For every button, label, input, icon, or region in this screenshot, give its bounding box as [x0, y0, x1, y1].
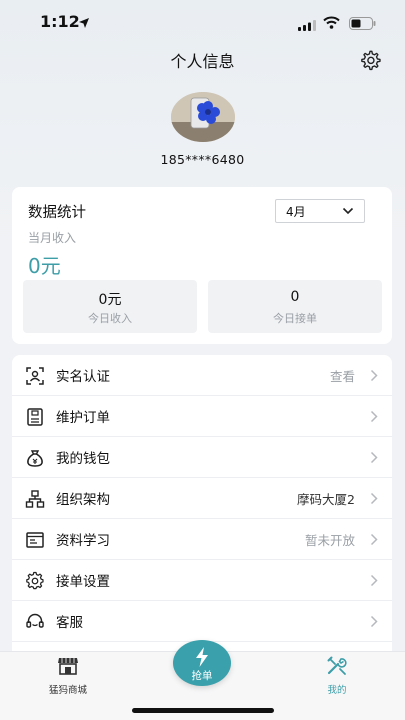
gear-icon [361, 50, 381, 71]
menu-item-order-settings[interactable]: 接单设置 [12, 560, 392, 601]
store-icon [58, 658, 78, 675]
tab-shop[interactable]: 猛犸商城 [38, 656, 98, 696]
page-title: 个人信息 [170, 52, 235, 71]
month-income-label: 当月收入 [28, 231, 77, 245]
location-arrow-icon [78, 14, 90, 33]
chevron-right-icon [370, 451, 378, 464]
chevron-right-icon [370, 369, 378, 382]
org-chart-icon [25, 489, 45, 509]
menu-list: 实名认证 查看 维护订单 我的钱包 组织架构 摩码大厦2 资料学习 暂未开放 接… [12, 355, 392, 655]
month-select-value: 4月 [286, 204, 306, 219]
menu-item-label: 实名认证 [56, 369, 110, 385]
chevron-down-icon [342, 207, 354, 215]
document-icon [25, 530, 45, 550]
chevron-right-icon [370, 574, 378, 587]
tab-mine[interactable]: 我的 [309, 656, 365, 696]
avatar[interactable] [171, 92, 235, 142]
stats-card: 数据统计 4月 当月收入 0元 0元 今日收入 0 今日接单 [12, 187, 392, 344]
grab-order-button[interactable]: 抢单 [173, 640, 231, 686]
settings-button[interactable] [357, 47, 383, 73]
clipboard-icon [25, 407, 45, 427]
today-income-box: 0元 今日收入 [23, 280, 197, 333]
headset-icon [25, 612, 45, 632]
chevron-right-icon [370, 410, 378, 423]
chevron-right-icon [370, 533, 378, 546]
chevron-right-icon [370, 492, 378, 505]
status-time: 1:12 [40, 12, 80, 31]
month-select[interactable]: 4月 [275, 199, 365, 223]
menu-item-value: 查看 [329, 368, 355, 384]
grab-order-label: 抢单 [191, 670, 213, 682]
menu-item-maintenance-orders[interactable]: 维护订单 [12, 396, 392, 437]
id-card-icon [25, 366, 45, 386]
menu-item-label: 资料学习 [56, 533, 110, 549]
today-orders-box: 0 今日接单 [208, 280, 382, 333]
lightning-icon [196, 647, 208, 667]
chevron-right-icon [370, 615, 378, 628]
home-indicator [132, 708, 274, 713]
battery-icon [349, 15, 376, 34]
today-orders-label: 今日接单 [273, 312, 317, 325]
stats-title: 数据统计 [28, 205, 86, 221]
menu-item-organization[interactable]: 组织架构 摩码大厦2 [12, 478, 392, 519]
signal-icon [298, 16, 316, 35]
menu-item-learning[interactable]: 资料学习 暂未开放 [12, 519, 392, 560]
menu-item-label: 我的钱包 [56, 451, 110, 467]
today-income-value: 0元 [98, 292, 122, 308]
today-orders-value: 0 [290, 289, 300, 305]
status-bar: 1:12 [0, 0, 405, 44]
tools-icon [327, 656, 347, 675]
menu-item-value: 摩码大厦2 [297, 491, 355, 507]
wifi-icon [323, 14, 340, 33]
menu-item-label: 组织架构 [56, 492, 110, 508]
tab-shop-label: 猛犸商城 [48, 685, 87, 696]
menu-item-label: 维护订单 [56, 410, 110, 426]
menu-item-label: 客服 [56, 615, 83, 631]
menu-item-customer-service[interactable]: 客服 [12, 601, 392, 642]
menu-item-label: 接单设置 [56, 574, 110, 590]
month-income-value: 0元 [28, 254, 61, 278]
tab-mine-label: 我的 [327, 685, 347, 696]
gear-icon [25, 571, 45, 591]
menu-item-wallet[interactable]: 我的钱包 [12, 437, 392, 478]
menu-item-verification[interactable]: 实名认证 查看 [12, 355, 392, 396]
today-income-label: 今日收入 [88, 312, 132, 325]
money-bag-icon [25, 448, 45, 468]
menu-item-value: 暂未开放 [304, 532, 355, 548]
phone-number: 185****6480 [160, 152, 245, 167]
